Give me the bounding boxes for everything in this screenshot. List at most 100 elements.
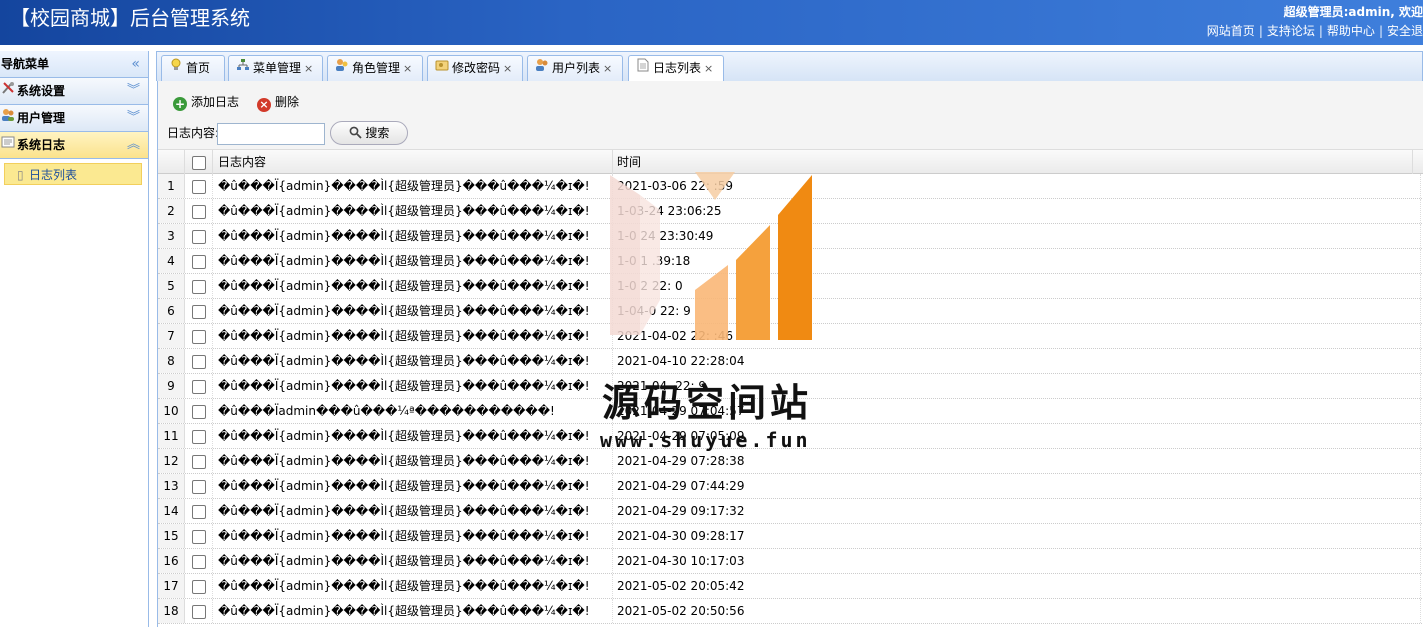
- row-checkbox-cell: [185, 374, 213, 398]
- row-checkbox[interactable]: [191, 179, 206, 194]
- log-content-cell: �û���Ï{admin}����Ìl{超级管理员}���û���¼�ɪ�!: [213, 299, 613, 323]
- row-checkbox[interactable]: [191, 279, 206, 294]
- row-checkbox-cell: [185, 424, 213, 448]
- row-checkbox[interactable]: [191, 579, 206, 594]
- row-checkbox[interactable]: [191, 404, 206, 419]
- add-log-button[interactable]: + 添加日志: [173, 92, 239, 112]
- table-row[interactable]: 5 �û���Ï{admin}����Ìl{超级管理员}���û���¼�ɪ�! …: [158, 274, 1423, 299]
- row-checkbox[interactable]: [191, 254, 206, 269]
- row-number: 10: [158, 399, 185, 423]
- tab-log-list[interactable]: 日志列表 ×: [628, 55, 724, 82]
- table-row[interactable]: 15 �û���Ï{admin}����Ìl{超级管理员}���û���¼�ɪ�!…: [158, 524, 1423, 549]
- row-number: 12: [158, 449, 185, 473]
- row-checkbox[interactable]: [191, 229, 206, 244]
- tab-change-password[interactable]: 修改密码 ×: [427, 55, 523, 81]
- row-checkbox[interactable]: [191, 304, 206, 319]
- table-row[interactable]: 13 �û���Ï{admin}����Ìl{超级管理员}���û���¼�ɪ�!…: [158, 474, 1423, 499]
- column-header-time[interactable]: 时间: [613, 150, 1413, 174]
- row-checkbox[interactable]: [191, 204, 206, 219]
- row-checkbox-cell: [185, 499, 213, 523]
- row-checkbox[interactable]: [191, 479, 206, 494]
- log-content-cell: �û���Ï{admin}����Ìl{超级管理员}���û���¼�ɪ�!: [213, 224, 613, 248]
- add-log-label: 添加日志: [191, 95, 240, 109]
- row-checkbox[interactable]: [191, 454, 206, 469]
- tab-label: 修改密码: [452, 61, 501, 75]
- nav-group-system-settings[interactable]: 系统设置 ︾: [0, 78, 148, 105]
- page-icon: ▯: [17, 168, 24, 182]
- table-row[interactable]: 14 �û���Ï{admin}����Ìl{超级管理员}���û���¼�ɪ�!…: [158, 499, 1423, 524]
- row-number: 3: [158, 224, 185, 248]
- log-time-cell: 2021-04-29 07:44:29: [613, 474, 1421, 498]
- log-content-cell: �û���Ï{admin}����Ìl{超级管理员}���û���¼�ɪ�!: [213, 499, 613, 523]
- nav-panel: 导航菜单 « 系统设置 ︾ 用户管理 ︾ 系统日志 ︽ ▯ 日志列表: [0, 51, 149, 627]
- column-header-content[interactable]: 日志内容: [213, 150, 613, 174]
- close-icon[interactable]: ×: [603, 62, 612, 75]
- row-checkbox[interactable]: [191, 504, 206, 519]
- log-time-cell: 2021-05-02 20:50:56: [613, 599, 1421, 623]
- nav-group-user-management[interactable]: 用户管理 ︾: [0, 105, 148, 132]
- table-row[interactable]: 16 �û���Ï{admin}����Ìl{超级管理员}���û���¼�ɪ�!…: [158, 549, 1423, 574]
- select-all-checkbox-cell: [185, 150, 213, 174]
- row-checkbox[interactable]: [191, 529, 206, 544]
- top-links: 网站首页 | 支持论坛 | 帮助中心 | 安全退: [1206, 24, 1423, 38]
- table-row[interactable]: 6 �û���Ï{admin}����Ìl{超级管理员}���û���¼�ɪ�! …: [158, 299, 1423, 324]
- table-row[interactable]: 3 �û���Ï{admin}����Ìl{超级管理员}���û���¼�ɪ�! …: [158, 224, 1423, 249]
- tab-label: 角色管理: [352, 61, 401, 75]
- select-all-checkbox[interactable]: [191, 155, 206, 170]
- link-help-center[interactable]: 帮助中心: [1327, 24, 1375, 38]
- tab-menu-management[interactable]: 菜单管理 ×: [228, 55, 323, 81]
- tab-user-list[interactable]: 用户列表 ×: [527, 55, 623, 81]
- row-checkbox[interactable]: [191, 554, 206, 569]
- tab-role-management[interactable]: 角色管理 ×: [327, 55, 423, 81]
- delete-button[interactable]: × 删除: [257, 92, 299, 112]
- link-support-forum[interactable]: 支持论坛: [1267, 24, 1315, 38]
- tab-home[interactable]: 首页: [161, 55, 225, 81]
- content-panel: + 添加日志 × 删除 日志内容: 搜索 日志内容 时间 1 �û���Ï{admin…: [157, 81, 1423, 627]
- close-icon[interactable]: ×: [704, 62, 713, 75]
- table-row[interactable]: 12 �û���Ï{admin}����Ìl{超级管理员}���û���¼�ɪ�!…: [158, 449, 1423, 474]
- row-checkbox[interactable]: [191, 354, 206, 369]
- search-label: 日志内容:: [167, 126, 220, 140]
- close-icon[interactable]: ×: [403, 62, 412, 75]
- search-button-label: 搜索: [365, 126, 390, 140]
- log-time-cell: 2021-04-30 09:28:17: [613, 524, 1421, 548]
- log-content-cell: �û���Ï{admin}����Ìl{超级管理员}���û���¼�ɪ�!: [213, 249, 613, 273]
- row-checkbox[interactable]: [191, 379, 206, 394]
- log-time-cell: 2021-04-30 10:17:03: [613, 549, 1421, 573]
- log-content-cell: �û���Ï{admin}����Ìl{超级管理员}���û���¼�ɪ�!: [213, 374, 613, 398]
- tab-label: 菜单管理: [253, 61, 302, 75]
- row-checkbox[interactable]: [191, 329, 206, 344]
- row-checkbox-cell: [185, 449, 213, 473]
- log-content-cell: �û���Ï{admin}����Ìl{超级管理员}���û���¼�ɪ�!: [213, 449, 613, 473]
- row-checkbox-cell: [185, 199, 213, 223]
- row-number: 14: [158, 499, 185, 523]
- collapse-icon[interactable]: «: [131, 51, 140, 77]
- search-input[interactable]: [217, 123, 325, 145]
- row-number-header: [158, 150, 185, 174]
- log-content-cell: �û���Ï{admin}����Ìl{超级管理员}���û���¼�ɪ�!: [213, 599, 613, 623]
- table-row[interactable]: 8 �û���Ï{admin}����Ìl{超级管理员}���û���¼�ɪ�! 2…: [158, 349, 1423, 374]
- close-icon[interactable]: ×: [503, 62, 512, 75]
- table-row[interactable]: 2 �û���Ï{admin}����Ìl{超级管理员}���û���¼�ɪ�! …: [158, 199, 1423, 224]
- table-row[interactable]: 17 �û���Ï{admin}����Ìl{超级管理员}���û���¼�ɪ�!…: [158, 574, 1423, 599]
- nav-group-label: 用户管理: [17, 111, 66, 125]
- tab-strip: 首页 菜单管理 × 角色管理 × 修改密码 × 用户列表 × 日志列表 ×: [156, 51, 1423, 82]
- tab-label: 首页: [186, 61, 211, 75]
- nav-group-system-log[interactable]: 系统日志 ︽: [0, 132, 148, 159]
- close-icon[interactable]: ×: [304, 62, 313, 75]
- search-button[interactable]: 搜索: [330, 121, 408, 145]
- row-checkbox[interactable]: [191, 429, 206, 444]
- log-icon: [0, 132, 16, 158]
- link-site-home[interactable]: 网站首页: [1207, 24, 1255, 38]
- row-checkbox-cell: [185, 474, 213, 498]
- row-number: 7: [158, 324, 185, 348]
- log-content-cell: �û���Ï{admin}����Ìl{超级管理员}���û���¼�ɪ�!: [213, 199, 613, 223]
- table-row[interactable]: 18 �û���Ï{admin}����Ìl{超级管理员}���û���¼�ɪ�!…: [158, 599, 1423, 624]
- link-logout[interactable]: 安全退: [1387, 24, 1423, 38]
- nav-title: 导航菜单: [1, 57, 50, 71]
- table-row[interactable]: 4 �û���Ï{admin}����Ìl{超级管理员}���û���¼�ɪ�! …: [158, 249, 1423, 274]
- row-checkbox[interactable]: [191, 604, 206, 619]
- nav-item-log-list[interactable]: ▯ 日志列表: [4, 163, 142, 185]
- table-row[interactable]: 1 �û���Ï{admin}����Ìl{超级管理员}���û���¼�ɪ�! 2…: [158, 174, 1423, 199]
- table-row[interactable]: 7 �û���Ï{admin}����Ìl{超级管理员}���û���¼�ɪ�! 2…: [158, 324, 1423, 349]
